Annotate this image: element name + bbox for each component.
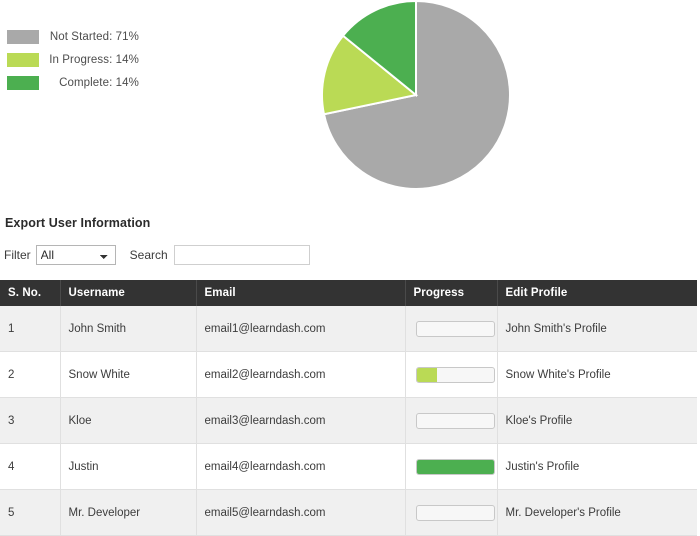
table-row: 4 Justin email4@learndash.com Justin's Prof… xyxy=(0,443,697,490)
column-header-email[interactable]: Email xyxy=(196,280,406,306)
cell-username: John Smith xyxy=(60,306,197,352)
progress-chart-area: Not Started: 71% In Progress: 14% Comple… xyxy=(0,0,700,200)
cell-username: Justin xyxy=(60,443,197,490)
cell-edit-profile[interactable]: Mr. Developer's Profile xyxy=(497,489,697,536)
cell-sno: 1 xyxy=(0,306,61,352)
cell-username: Kloe xyxy=(60,397,197,444)
pie-chart xyxy=(322,0,511,190)
legend-swatch-not-started xyxy=(7,29,39,44)
cell-edit-profile[interactable]: John Smith's Profile xyxy=(497,306,697,352)
cell-progress xyxy=(405,489,498,536)
export-user-information-section: Export User Information Filter All Searc… xyxy=(0,200,700,536)
user-table-body: 1 John Smith email1@learndash.com John Smit… xyxy=(0,306,697,536)
column-header-progress[interactable]: Progress xyxy=(405,280,498,306)
search-input[interactable] xyxy=(173,245,310,265)
cell-sno: 3 xyxy=(0,397,61,444)
cell-progress xyxy=(405,443,498,490)
filter-label: Filter xyxy=(4,248,31,262)
legend-label-complete: Complete: 14% xyxy=(59,76,139,89)
legend-swatch-in-progress xyxy=(7,52,39,67)
cell-sno: 2 xyxy=(0,351,61,398)
legend-item-in-progress: In Progress: 14% xyxy=(0,49,145,70)
legend-item-complete: Complete: 14% xyxy=(0,72,145,93)
cell-progress xyxy=(405,351,498,398)
progress-bar xyxy=(415,366,495,383)
cell-email: email2@learndash.com xyxy=(196,351,406,398)
legend-swatch-complete xyxy=(7,75,39,90)
page-title: Export User Information xyxy=(5,216,151,230)
cell-sno: 5 xyxy=(0,489,61,536)
column-header-username[interactable]: Username xyxy=(60,280,197,306)
pie-slices xyxy=(322,0,511,190)
filter-select[interactable]: All xyxy=(35,245,116,265)
progress-bar xyxy=(415,458,495,475)
cell-progress xyxy=(405,397,498,444)
progress-bar-fill xyxy=(416,367,438,382)
progress-bar xyxy=(415,504,495,521)
table-row: 2 Snow White email2@learndash.com Snow Whit… xyxy=(0,351,697,398)
cell-email: email3@learndash.com xyxy=(196,397,406,444)
progress-bar xyxy=(415,412,495,429)
cell-email: email5@learndash.com xyxy=(196,489,406,536)
cell-username: Mr. Developer xyxy=(60,489,197,536)
column-header-sno[interactable]: S. No. xyxy=(0,280,61,306)
cell-email: email4@learndash.com xyxy=(196,443,406,490)
cell-username: Snow White xyxy=(60,351,197,398)
table-controls-bar: Filter All Search xyxy=(0,230,700,268)
cell-email: email1@learndash.com xyxy=(196,306,406,352)
cell-sno: 4 xyxy=(0,443,61,490)
search-label: Search xyxy=(129,248,168,262)
cell-progress xyxy=(405,306,498,352)
table-header-row: S. No. Username Email Progress Edit Prof… xyxy=(0,280,697,306)
table-row: 1 John Smith email1@learndash.com John Smit… xyxy=(0,306,697,352)
progress-bar xyxy=(415,320,495,337)
cell-edit-profile[interactable]: Kloe's Profile xyxy=(497,397,697,444)
legend-label-in-progress: In Progress: 14% xyxy=(49,53,139,66)
chart-legend: Not Started: 71% In Progress: 14% Comple… xyxy=(0,26,145,95)
table-row: 5 Mr. Developer email5@learndash.com Mr. De… xyxy=(0,489,697,536)
legend-item-not-started: Not Started: 71% xyxy=(0,26,145,47)
cell-edit-profile[interactable]: Justin's Profile xyxy=(497,443,697,490)
legend-label-not-started: Not Started: 71% xyxy=(49,30,139,43)
column-header-edit-profile[interactable]: Edit Profile xyxy=(497,280,697,306)
progress-bar-fill xyxy=(416,459,494,474)
cell-edit-profile[interactable]: Snow White's Profile xyxy=(497,351,697,398)
user-table: S. No. Username Email Progress Edit Prof… xyxy=(0,280,697,536)
table-row: 3 Kloe email3@learndash.com Kloe's Profile xyxy=(0,397,697,444)
